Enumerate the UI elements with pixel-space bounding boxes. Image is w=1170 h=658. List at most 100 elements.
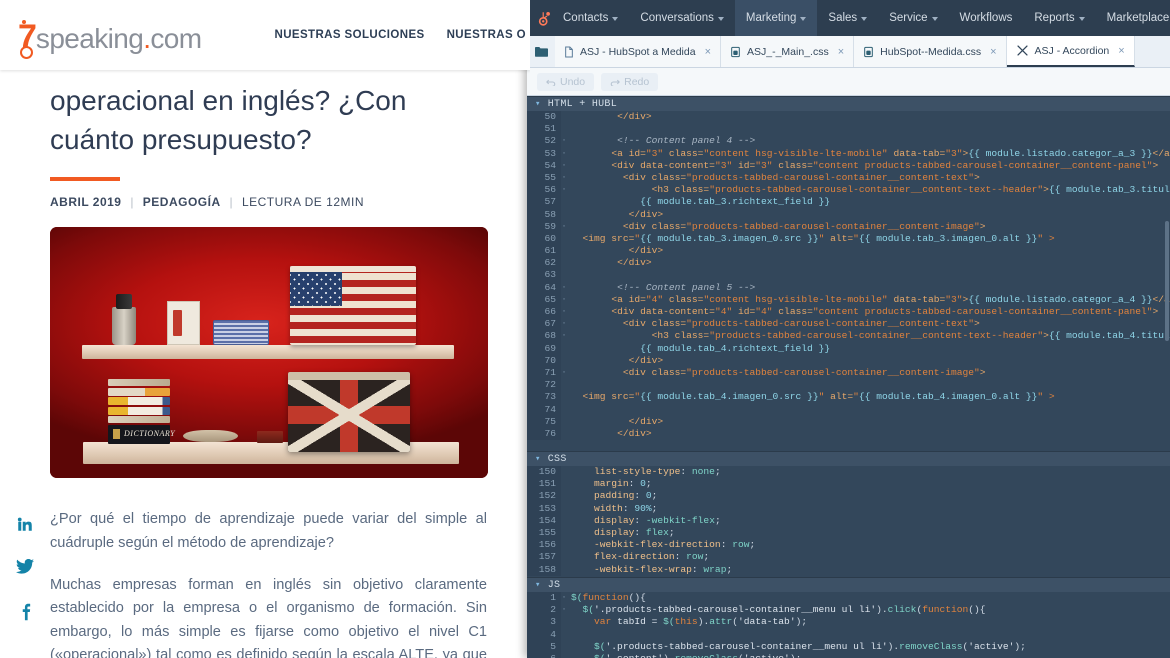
code-text: <div data-content="3" id="3" class="cont… [611, 159, 1159, 171]
nav-reports-label: Reports [1034, 12, 1075, 24]
panel-header-html[interactable]: ▾ HTML + HUBL [527, 96, 1170, 111]
code-line: 6 $('.content').removeClass('active'); [527, 652, 1170, 658]
tab-asj-accordion[interactable]: ASJ - Accordion × [1006, 36, 1135, 67]
twitter-icon[interactable] [16, 559, 34, 577]
line-number: 73 [527, 391, 561, 404]
folder-icon[interactable] [527, 36, 555, 67]
site-header: 7 speaking.com NUESTRAS SOLUCIONES NUEST… [0, 0, 530, 70]
code-text: </div> [628, 208, 664, 220]
screen-root: 7 speaking.com NUESTRAS SOLUCIONES NUEST… [0, 0, 1170, 658]
redo-button[interactable]: Redo [601, 72, 659, 91]
tab-asj-hubspot-a-medida[interactable]: ASJ - HubSpot a Medida × [555, 36, 721, 67]
code-line: 150 list-style-type: none; [527, 466, 1170, 479]
code-text: margin: 0; [594, 478, 652, 490]
line-number: 65 [527, 293, 561, 306]
code-text: $('.products-tabbed-carousel-container__… [594, 640, 1026, 652]
line-number: 157 [527, 551, 561, 564]
code-line: 151 margin: 0; [527, 478, 1170, 491]
line-number: 75 [527, 415, 561, 428]
panel-title-css: CSS [547, 453, 567, 465]
undo-button[interactable]: Undo [537, 72, 595, 91]
nav-marketplace[interactable]: Marketplace [1096, 0, 1170, 36]
nav-reports[interactable]: Reports [1023, 0, 1095, 36]
code-text: $('.content').removeClass('active'); [567, 653, 801, 658]
line-number: 155 [527, 526, 561, 540]
tools-icon [1016, 44, 1029, 57]
nav-sales[interactable]: Sales [817, 0, 878, 36]
line-number: 66 [527, 306, 561, 319]
nav-conversations-label: Conversations [640, 12, 714, 24]
nav-conversations[interactable]: Conversations [629, 0, 735, 36]
code-text: width: 90%; [594, 502, 658, 514]
code-editor-html[interactable]: 50 </div> 51 52 · <!-- Content panel 4 --> 5… [527, 111, 1170, 451]
code-line: 70 </div> [527, 354, 1170, 367]
line-number: 55 [527, 171, 561, 185]
article-hero-image [50, 227, 488, 479]
line-number: 51 [527, 123, 561, 136]
scrollbar-html[interactable] [1165, 111, 1169, 451]
code-line: 51 [527, 123, 1170, 136]
hero-shelf-top [82, 345, 454, 360]
panel-header-js[interactable]: ▾ JS [527, 577, 1170, 592]
facebook-icon[interactable] [16, 603, 34, 621]
line-number: 63 [527, 269, 561, 282]
code-line: 60 <img src="{{ module.tab_3.imagen_0.sr… [527, 232, 1170, 246]
code-editor-js[interactable]: 1 · $(function(){2 · $('.products-tabbed-ca… [527, 592, 1170, 658]
social-share-bar [16, 515, 34, 621]
meta-separator-1: | [130, 195, 134, 210]
nav-item-soluciones[interactable]: NUESTRAS SOLUCIONES [275, 29, 425, 41]
close-icon[interactable]: × [990, 46, 996, 58]
code-editor-css[interactable]: 150 list-style-type: none; 151 margin: 0;… [527, 466, 1170, 577]
line-number: 61 [527, 245, 561, 258]
code-line: 158 -webkit-flex-wrap: wrap; [527, 563, 1170, 576]
chevron-down-icon [861, 17, 868, 21]
code-text: -webkit-flex-direction: row; [594, 539, 756, 551]
code-line: 152 padding: 0; [527, 490, 1170, 503]
close-icon[interactable]: × [838, 46, 844, 58]
line-number: 3 [527, 616, 561, 629]
code-line: 62 </div> [527, 257, 1170, 270]
code-text: <div class="products-tabbed-carousel-con… [622, 171, 980, 183]
chevron-down-icon [717, 17, 724, 21]
code-line: 69 {{ module.tab_4.richtext_field }} [527, 342, 1170, 355]
tab-label: HubSpot--Medida.css [880, 45, 982, 58]
nav-marketing[interactable]: Marketing [734, 0, 818, 36]
code-text: <a id="4" class="content hsg-visible-lte… [611, 293, 1170, 305]
nav-contacts-label: Contacts [563, 12, 609, 24]
website-pane: 7 speaking.com NUESTRAS SOLUCIONES NUEST… [0, 0, 530, 658]
nav-workflows-label: Workflows [959, 12, 1013, 24]
code-line: 157 flex-direction: row; [527, 551, 1170, 564]
line-number: 71 [527, 366, 561, 380]
panel-header-css[interactable]: ▾ CSS [527, 451, 1170, 466]
code-text: padding: 0; [594, 490, 658, 502]
nav-item-ofertas[interactable]: NUESTRAS O [447, 29, 526, 41]
logo-ring-icon [20, 46, 33, 59]
close-icon[interactable]: × [705, 46, 711, 58]
nav-service[interactable]: Service [878, 0, 948, 36]
tab-asj-main-css[interactable]: ASJ_-_Main_.css × [721, 36, 855, 67]
close-icon[interactable]: × [1118, 45, 1124, 57]
code-text: <div class="products-tabbed-carousel-con… [622, 366, 986, 378]
code-text: <!-- Content panel 4 --> [617, 135, 756, 147]
site-logo[interactable]: 7 speaking.com [18, 18, 202, 59]
line-number: 74 [527, 403, 561, 416]
article-category[interactable]: PEDAGOGÍA [143, 195, 221, 209]
nav-contacts[interactable]: Contacts [552, 0, 629, 36]
linkedin-icon[interactable] [16, 515, 34, 533]
code-line: 53 · <a id="3" class="content hsg-visible… [527, 147, 1170, 160]
code-text: {{ module.tab_3.richtext_field }} [640, 196, 831, 208]
line-number: 72 [527, 379, 561, 392]
line-number: 64 [527, 281, 561, 294]
code-line: 61 </div> [527, 245, 1170, 258]
nav-workflows[interactable]: Workflows [949, 0, 1024, 36]
tab-hubspot-medida-css[interactable]: HubSpot--Medida.css × [854, 36, 1007, 67]
line-number: 58 [527, 208, 561, 221]
hubspot-sprocket-icon[interactable] [535, 10, 552, 27]
line-number: 53 [527, 147, 561, 160]
code-text: flex-direction: row; [594, 551, 710, 563]
code-text: -webkit-flex-wrap: wrap; [594, 563, 733, 575]
chevron-down-icon [931, 17, 938, 21]
